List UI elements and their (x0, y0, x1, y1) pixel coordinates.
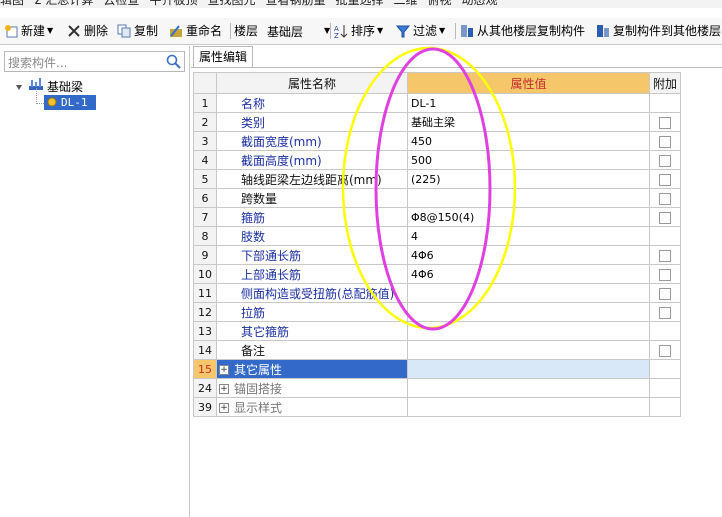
annotation-magenta-ellipse (374, 47, 492, 331)
annotation-overlay (341, 46, 517, 331)
